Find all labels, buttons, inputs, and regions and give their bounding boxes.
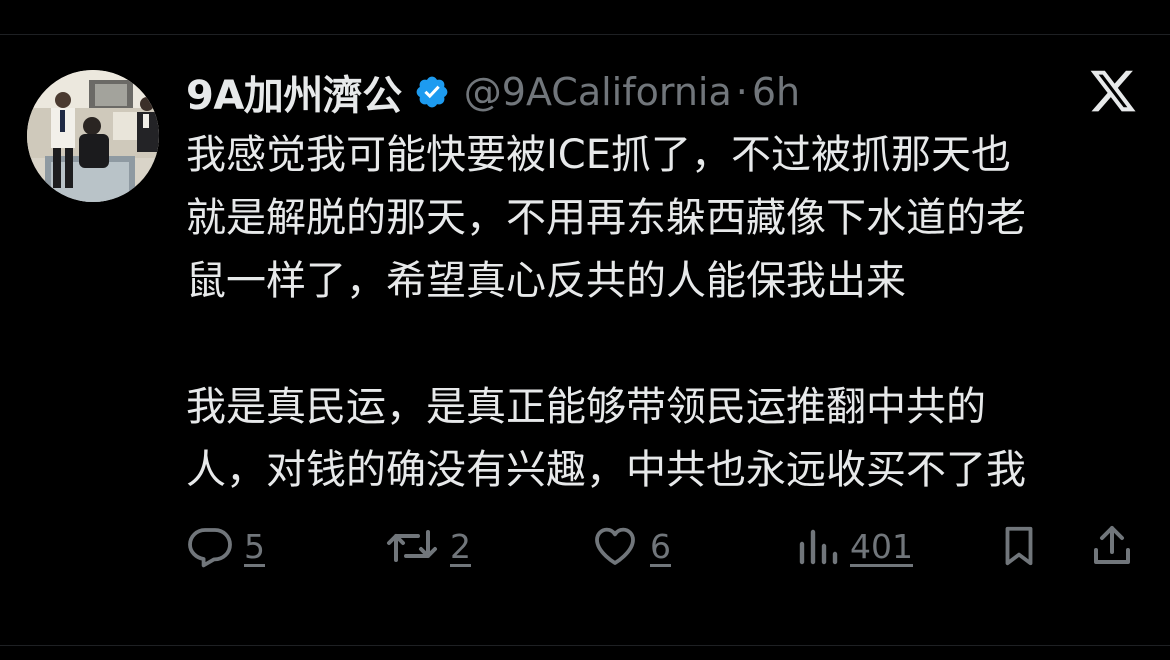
share-icon — [1094, 526, 1130, 564]
action-bar: 5 2 6 401 — [0, 518, 1170, 574]
like-button[interactable]: 6 — [590, 518, 671, 574]
tweet-line: 我是真民运，是真正能够带领民运推翻中共的 — [186, 384, 986, 430]
bottom-divider — [0, 645, 1170, 646]
tweet-line: 就是解脱的那天，不用再东躲西藏像下水道的老 — [186, 195, 1026, 241]
tweet-line: 人，对钱的确没有兴趣，中共也永远收买不了我 — [186, 447, 1026, 493]
heart-icon — [595, 527, 635, 565]
tweet-line: 鼠一样了，希望真心反共的人能保我出来 — [186, 258, 906, 304]
bookmark-button[interactable] — [996, 518, 1042, 574]
display-name[interactable]: 9A加州濟公 — [186, 63, 402, 121]
avatar[interactable] — [27, 70, 159, 202]
separator-dot: · — [735, 70, 748, 114]
bookmark-icon — [1005, 526, 1033, 566]
views-icon — [799, 529, 838, 565]
views-button[interactable]: 401 — [796, 518, 913, 574]
reply-icon — [188, 528, 232, 568]
tweet-text: 我感觉我可能快要被ICE抓了，不过被抓那天也 就是解脱的那天，不用再东躲西藏像下… — [186, 124, 1146, 502]
share-button[interactable] — [1088, 518, 1136, 574]
reply-button[interactable]: 5 — [186, 518, 265, 574]
tweet-header: 9A加州濟公 @9ACalifornia · 6h — [186, 62, 800, 122]
retweet-count: 2 — [450, 526, 471, 566]
top-divider — [0, 34, 1170, 35]
tweet-line: 我感觉我可能快要被ICE抓了，不过被抓那天也 — [186, 132, 1011, 178]
views-count: 401 — [850, 526, 913, 566]
timestamp[interactable]: 6h — [752, 70, 800, 114]
verified-badge-icon — [414, 74, 450, 110]
like-count: 6 — [650, 526, 671, 566]
retweet-button[interactable]: 2 — [384, 518, 471, 574]
reply-count: 5 — [244, 526, 265, 566]
x-logo-icon — [1088, 66, 1138, 116]
retweet-icon — [387, 530, 437, 562]
handle[interactable]: @9ACalifornia — [464, 70, 732, 114]
